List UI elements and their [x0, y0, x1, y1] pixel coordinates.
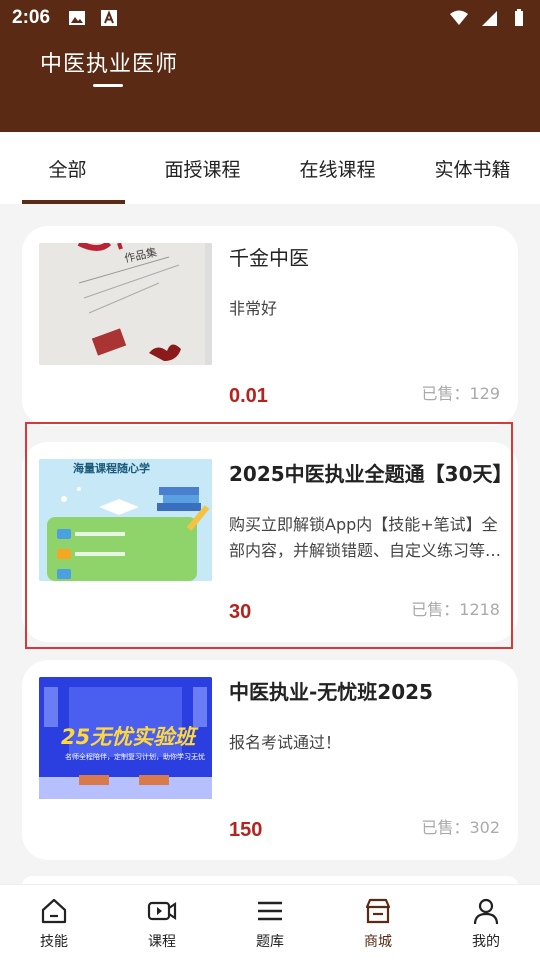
product-sold-count: 已售：302: [421, 818, 500, 837]
product-price: 30: [229, 601, 252, 623]
product-price: 0.01: [229, 385, 268, 407]
product-card[interactable]: 海量课程随心学 2025中医执业全题通【30天】 购买立即解锁App内【技能+笔…: [22, 442, 518, 642]
wifi-icon: [450, 10, 468, 25]
tab-offline-courses[interactable]: 面授课程: [135, 132, 270, 204]
nav-profile[interactable]: 我的: [432, 885, 540, 960]
thumb-sublabel: 名师全程陪伴，定制复习计划，助你学习无忧: [65, 753, 205, 761]
nav-label: 我的: [472, 934, 500, 950]
tab-online-courses[interactable]: 在线课程: [270, 132, 405, 204]
user-icon: [473, 898, 499, 925]
nav-label: 课程: [148, 934, 176, 950]
nav-question-bank[interactable]: 题库: [216, 885, 324, 960]
product-card[interactable]: 作品集 千金中医 非常好 0.01 已售：129: [22, 226, 518, 426]
header: 2:06 中医执业医师: [0, 0, 540, 132]
nav-skills[interactable]: 技能: [0, 885, 108, 960]
thumb-label: 海量课程随心学: [73, 462, 150, 475]
product-title: 千金中医: [229, 246, 309, 270]
image-icon: [69, 11, 86, 25]
promo-banner-image: [39, 459, 212, 581]
bottom-nav: 技能 课程 题库 商城 我的: [0, 884, 540, 960]
store-icon: [365, 898, 391, 924]
product-sold-count: 已售：129: [421, 384, 500, 403]
status-bar: 2:06: [0, 0, 540, 36]
product-price: 150: [229, 819, 263, 841]
product-thumbnail: 25无忧实验班 名师全程陪伴，定制复习计划，助你学习无忧: [39, 677, 212, 799]
product-thumbnail: 海量课程随心学: [39, 459, 212, 581]
battery-icon: [515, 9, 523, 26]
page-title: 中医执业医师: [40, 52, 179, 77]
nav-store[interactable]: 商城: [324, 885, 432, 960]
product-title: 2025中医执业全题通【30天】: [229, 462, 504, 486]
product-description: 非常好: [229, 299, 278, 318]
product-description: 报名考试通过！: [229, 733, 342, 752]
title-underline: [93, 84, 123, 87]
nav-label: 题库: [256, 934, 284, 950]
home-icon: [41, 898, 67, 924]
product-sold-count: 已售：1218: [411, 600, 500, 619]
nav-label: 技能: [40, 934, 68, 950]
font-icon: [101, 10, 118, 26]
nav-courses[interactable]: 课程: [108, 885, 216, 960]
category-tabs: 全部 面授课程 在线课程 实体书籍: [0, 132, 540, 204]
menu-icon: [258, 901, 282, 921]
status-time: 2:06: [12, 7, 51, 28]
video-icon: [147, 901, 177, 921]
signal-icon: [482, 11, 497, 26]
product-title: 中医执业-无忧班2025: [229, 680, 433, 704]
product-card[interactable]: 25无忧实验班 名师全程陪伴，定制复习计划，助你学习无忧 中医执业-无忧班202…: [22, 660, 518, 860]
product-description: 购买立即解锁App内【技能+笔试】全部内容，并解锁错题、自定义练习等功能: [229, 515, 502, 560]
thumb-label: 25无忧实验班: [61, 725, 196, 749]
tab-all[interactable]: 全部: [0, 132, 135, 204]
product-thumbnail: 作品集: [39, 243, 212, 365]
tab-physical-books[interactable]: 实体书籍: [405, 132, 540, 204]
nav-label: 商城: [364, 934, 392, 950]
